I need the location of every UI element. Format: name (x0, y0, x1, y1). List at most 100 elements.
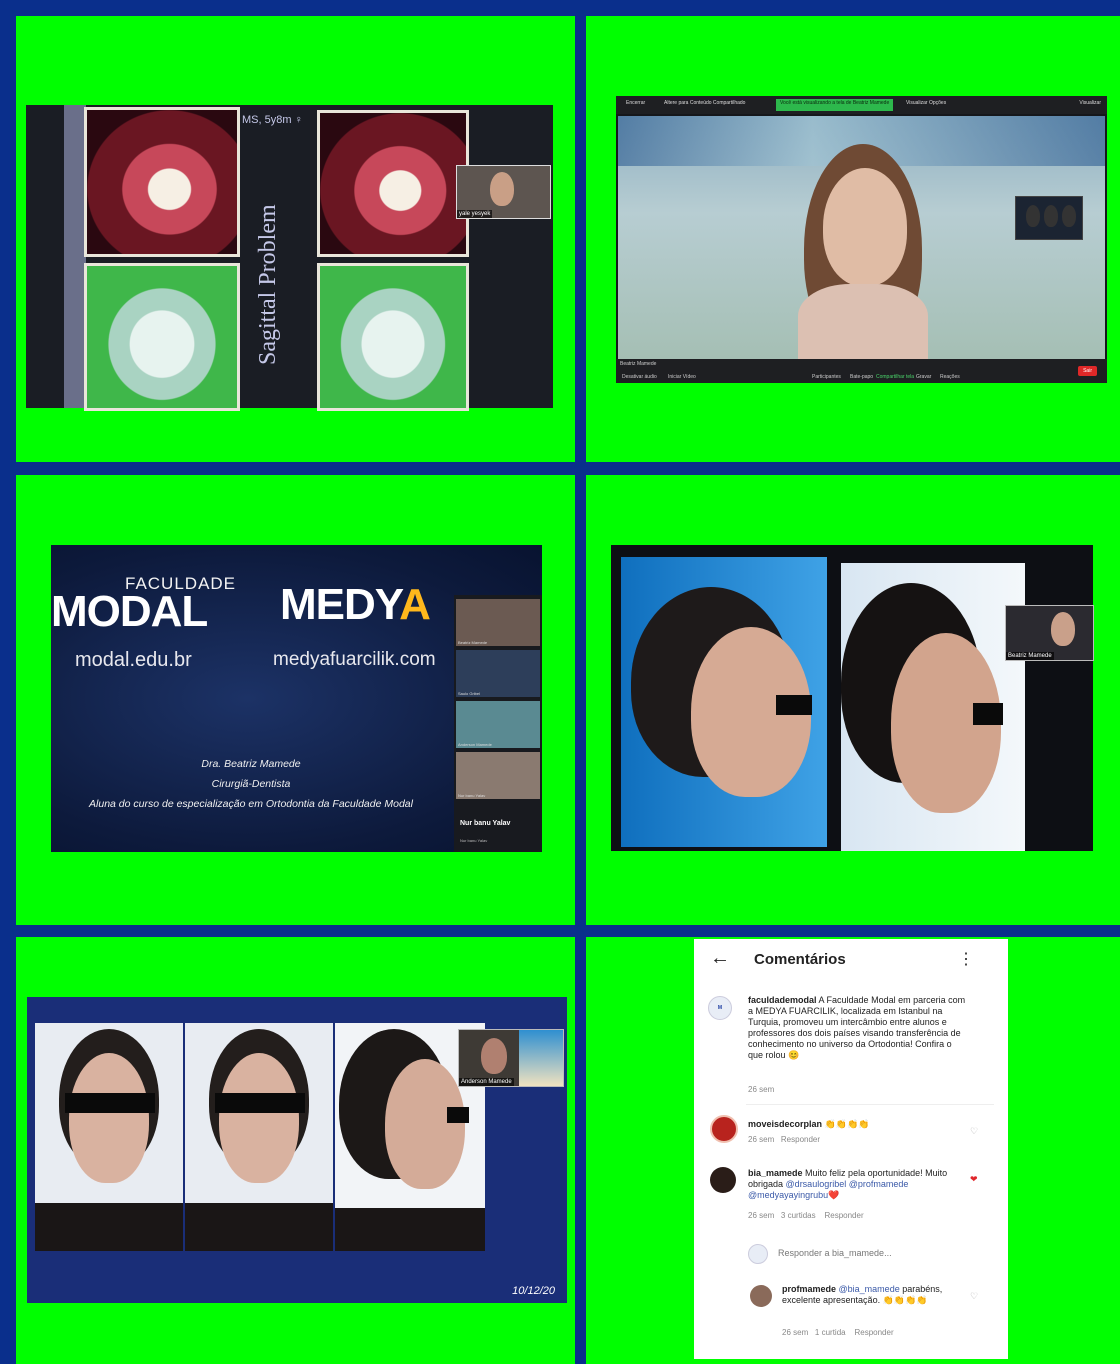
more-options-icon[interactable]: ⋮ (958, 949, 974, 969)
comment-1-meta: 26 sem Responder (748, 1135, 820, 1144)
comment-2-meta: 26 sem 3 curtidas Responder (748, 1211, 864, 1220)
mini-pip[interactable] (1015, 196, 1083, 240)
presenter-shoulders (798, 284, 928, 359)
participant-tile[interactable]: Beatriz Mamede (456, 599, 540, 646)
comment-1-username[interactable]: moveisdecorplan (748, 1119, 822, 1129)
mention-medyayayingrubu[interactable]: @medyayayingrubu (748, 1190, 828, 1200)
share-screen-button[interactable]: Compartilhar tela (876, 374, 914, 380)
like-heart-icon[interactable]: ♡ (970, 1291, 978, 1302)
like-heart-icon[interactable]: ♡ (970, 1126, 978, 1137)
pip-name: Anderson Mamede (459, 1078, 514, 1086)
comment-3-meta: 26 sem 1 curtida Responder (782, 1328, 894, 1337)
participant-tile[interactable]: Nur banu Yalav (456, 752, 540, 799)
caption-time: 26 sem (748, 1085, 775, 1094)
privacy-bar (65, 1093, 155, 1113)
panel-frontal-photos: 10/12/20 Anderson Mamede (16, 937, 575, 1364)
mute-button[interactable]: Desativar áudio (622, 374, 657, 380)
view-button[interactable]: Visualizar (1079, 100, 1101, 106)
comment-3-time: 26 sem (782, 1328, 809, 1337)
panel-profile-photos: Beatriz Mamede (586, 475, 1120, 925)
profile-photo-right (841, 563, 1025, 851)
video-pip[interactable]: yale yesyek (456, 165, 551, 219)
pip-name: Beatriz Mamede (1006, 652, 1054, 660)
topbar-item-encerrar[interactable]: Encerrar (626, 100, 645, 106)
reply-input[interactable]: Responder a bia_mamede... (778, 1248, 892, 1259)
comment-1-time: 26 sem (748, 1135, 775, 1144)
mini-pip-face-3 (1062, 205, 1076, 227)
pip-person (1051, 612, 1075, 646)
panel-modal-medya-slide: FACULDADE MODAL MEDYA modal.edu.br medya… (16, 475, 575, 925)
tile-name: Anderson Mamede (458, 742, 492, 747)
comment-2-username[interactable]: bia_mamede (748, 1168, 803, 1178)
comment-2-emoji: ❤️ (828, 1190, 840, 1200)
profile-photo-left (621, 557, 827, 847)
speaker-role: Cirurgiã-Dentista (211, 778, 291, 790)
zoom-window: Encerrar Altere para Conteúdo Compartilh… (616, 96, 1107, 383)
comment-1-reply[interactable]: Responder (781, 1135, 820, 1144)
participant-tile[interactable]: Anderson Mamede (456, 701, 540, 748)
comment-2-reply[interactable]: Responder (824, 1211, 863, 1220)
comment-2-time: 26 sem (748, 1211, 775, 1220)
comment-3-reply[interactable]: Responder (854, 1328, 893, 1337)
view-options-button[interactable]: Visualizar Opções (906, 100, 946, 106)
moveisdecorplan-avatar[interactable] (710, 1115, 738, 1143)
shirt (185, 1203, 333, 1251)
record-button[interactable]: Gravar (916, 374, 931, 380)
caption-username[interactable]: faculdademodal (748, 995, 817, 1005)
comments-screen: ← Comentários ⋮ M faculdademodal A Facul… (694, 939, 1008, 1359)
share-banner: Você está visualizando a tela de Beatriz… (776, 99, 894, 111)
tile-name: Saulo Gribel (458, 691, 481, 696)
participants-button[interactable]: Participantes (812, 374, 841, 380)
divider (746, 1104, 994, 1105)
dental-model-right (317, 263, 469, 411)
privacy-bar (215, 1093, 305, 1113)
face (219, 1053, 299, 1183)
reactions-button[interactable]: Reações (940, 374, 960, 380)
comment-1-text: moveisdecorplan 👏👏👏👏 (748, 1119, 948, 1130)
panel-zoom-call: Encerrar Altere para Conteúdo Compartilh… (586, 16, 1120, 462)
participant-tile[interactable]: Saulo Gribel (456, 650, 540, 697)
comment-2-likes[interactable]: 3 curtidas (781, 1211, 816, 1220)
slide-date: 10/12/20 (512, 1285, 555, 1297)
comment-3-likes[interactable]: 1 curtida (815, 1328, 846, 1337)
title-slide-screen: FACULDADE MODAL MEDYA modal.edu.br medya… (51, 545, 542, 852)
topbar-item-shared[interactable]: Altere para Conteúdo Compartilhado (664, 100, 745, 106)
profile-slide-screen: Beatriz Mamede (611, 545, 1094, 851)
presenter-face (823, 168, 907, 286)
frontal-slide-screen: 10/12/20 Anderson Mamede (27, 997, 567, 1303)
face (385, 1059, 465, 1189)
leave-button[interactable]: Sair (1078, 366, 1097, 376)
liked-heart-icon[interactable]: ❤ (970, 1174, 978, 1185)
zoom-controls: Beatriz Mamede Desativar áudio Iniciar V… (616, 359, 1107, 383)
comment-3-text: profmamede @bia_mamede parabéns, excelen… (782, 1284, 962, 1306)
video-pip[interactable]: Anderson Mamede (458, 1029, 564, 1087)
panel-sagittal-slide: MS, 5y8m ♀ Sagittal Problem yale yesyek (16, 16, 575, 462)
privacy-bar (447, 1107, 469, 1123)
shirt (35, 1203, 183, 1251)
chat-button[interactable]: Bate-papo (850, 374, 873, 380)
mention-bia-mamede[interactable]: @bia_mamede (839, 1284, 900, 1294)
tile-name: Beatriz Mamede (458, 640, 488, 645)
pip-beach-bg (519, 1030, 563, 1086)
start-video-button[interactable]: Iniciar Vídeo (668, 374, 696, 380)
mention-drsaulogribel[interactable]: @drsaulogribel (786, 1179, 847, 1189)
slide-vertical-title: Sagittal Problem (255, 204, 281, 365)
case-label: MS, 5y8m ♀ (242, 114, 303, 126)
video-pip[interactable]: Beatriz Mamede (1005, 605, 1094, 661)
face (69, 1053, 149, 1183)
profmamede-avatar[interactable] (750, 1285, 772, 1307)
privacy-bar (776, 695, 812, 715)
modal-url: modal.edu.br (75, 649, 192, 671)
back-arrow-icon[interactable]: ← (710, 947, 730, 970)
comments-title: Comentários (754, 951, 846, 968)
faculdademodal-avatar[interactable]: M (708, 996, 732, 1020)
comment-3-username[interactable]: profmamede (782, 1284, 836, 1294)
active-speaker-sub: Nur banu Yalav (460, 838, 488, 843)
sagittal-slide-screen: MS, 5y8m ♀ Sagittal Problem yale yesyek (26, 105, 553, 411)
tile-name: Nur banu Yalav (458, 793, 486, 798)
intraoral-photo-left (84, 107, 240, 257)
speaker-name: Dra. Beatriz Mamede (201, 758, 301, 770)
bia-mamede-avatar[interactable] (710, 1167, 736, 1193)
mention-profmamede[interactable]: @profmamede (849, 1179, 909, 1189)
frontal-photo-rest (35, 1023, 183, 1251)
